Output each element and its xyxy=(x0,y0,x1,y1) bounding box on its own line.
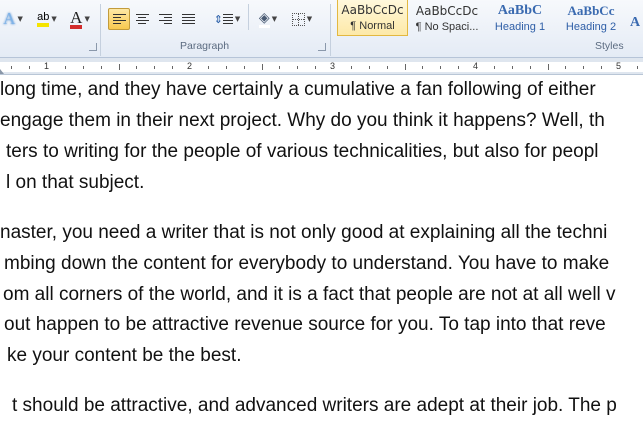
ruler-tick xyxy=(565,66,566,69)
chevron-down-icon: ▼ xyxy=(51,15,57,23)
ruler-tick xyxy=(101,66,102,69)
text-line: out happen to be attractive revenue sour… xyxy=(4,314,606,335)
center-button[interactable] xyxy=(131,8,153,30)
align-center-icon xyxy=(135,13,149,25)
ruler-number: 4 xyxy=(473,61,479,71)
ruler-tick xyxy=(154,66,155,69)
style-name: ¶ No Spaci... xyxy=(415,21,479,33)
ruler-strip xyxy=(0,62,643,72)
ribbon: A ▼ ab ▼ A ▼ ⇕ ▼ ◈ ▼ ▼ Paragraph AaBbCcD… xyxy=(0,0,643,58)
text-line: ters to writing for the people of variou… xyxy=(6,141,599,162)
style-heading-2[interactable]: AaBbCc Heading 2 xyxy=(557,0,625,36)
borders-icon xyxy=(291,12,305,26)
text-line: ke your content be the best. xyxy=(7,345,242,366)
ruler-tick xyxy=(29,66,30,69)
font-color-button[interactable]: A ▼ xyxy=(66,8,94,30)
align-left-icon xyxy=(112,13,126,25)
highlight-icon: ab xyxy=(37,11,50,27)
ruler-tick xyxy=(440,66,441,69)
ruler-number: 5 xyxy=(616,61,622,71)
ruler-tick xyxy=(637,66,638,69)
ruler-tick xyxy=(208,66,209,69)
text-effects-button[interactable]: A ▼ xyxy=(2,8,24,30)
align-right-button[interactable] xyxy=(154,8,176,30)
ruler-tick xyxy=(83,66,84,69)
chevron-down-icon: ▼ xyxy=(271,15,278,23)
align-right-icon xyxy=(158,13,172,25)
text-line: om all corners of the world, and it is a… xyxy=(3,284,616,305)
style-next[interactable]: A xyxy=(627,0,643,36)
ruler-tick xyxy=(583,66,584,69)
ruler-tick xyxy=(136,66,137,69)
borders-button[interactable]: ▼ xyxy=(287,8,317,30)
style-no-spacing[interactable]: AaBbCcDc ¶ No Spaci... xyxy=(411,0,483,36)
style-preview: A xyxy=(629,15,641,30)
ruler-tick xyxy=(119,64,120,70)
ruler-tick xyxy=(369,66,370,69)
ruler-number: 3 xyxy=(330,61,336,71)
text-line: mbing down the content for everybody to … xyxy=(4,253,610,274)
text-line: naster, you need a writer that is not on… xyxy=(0,222,608,243)
ruler-tick xyxy=(387,66,388,69)
font-dialog-launcher[interactable] xyxy=(89,43,97,51)
chevron-down-icon: ▼ xyxy=(234,15,241,23)
style-preview: AaBbC xyxy=(497,3,543,18)
ruler-tick xyxy=(601,66,602,69)
ruler-tick xyxy=(548,64,549,70)
line-spacing-button[interactable]: ⇕ ▼ xyxy=(212,8,242,30)
justify-button[interactable] xyxy=(177,8,199,30)
styles-group-label: Styles xyxy=(595,40,624,52)
chevron-down-icon: ▼ xyxy=(84,15,90,23)
ruler-tick xyxy=(172,66,173,69)
paint-bucket-icon: ◈ xyxy=(258,9,270,28)
ruler-tick xyxy=(530,66,531,69)
style-name: ¶ Normal xyxy=(350,20,395,32)
chevron-down-icon: ▼ xyxy=(306,15,313,23)
line-spacing-icon: ⇕ xyxy=(214,13,233,25)
style-name: Heading 1 xyxy=(494,21,546,33)
ruler-tick xyxy=(244,66,245,69)
horizontal-ruler[interactable]: 1 2 3 4 5 xyxy=(0,58,643,75)
ruler-tick xyxy=(422,66,423,69)
ruler-tick xyxy=(297,66,298,69)
ruler-tick xyxy=(405,64,406,70)
ruler-tick xyxy=(65,66,66,69)
style-normal[interactable]: AaBbCcDc ¶ Normal xyxy=(337,0,408,36)
style-preview: AaBbCc xyxy=(567,3,615,18)
text-effects-icon: A xyxy=(3,9,16,28)
group-separator xyxy=(330,4,331,56)
chevron-down-icon: ▼ xyxy=(17,15,23,23)
text-highlight-button[interactable]: ab ▼ xyxy=(32,8,62,30)
ruler-number: 1 xyxy=(44,61,50,71)
style-name: Heading 2 xyxy=(565,21,617,33)
text-line: l on that subject. xyxy=(6,172,145,193)
text-line: engage them in their next project. Why d… xyxy=(0,110,605,131)
paragraph-dialog-launcher[interactable] xyxy=(318,43,326,51)
group-separator xyxy=(100,4,101,56)
ruler-tick xyxy=(262,64,263,70)
text-line: long time, and they have certainly a cum… xyxy=(0,79,596,100)
ruler-tick xyxy=(279,66,280,69)
shading-button[interactable]: ◈ ▼ xyxy=(253,8,283,30)
document-page[interactable]: long time, and they have certainly a cum… xyxy=(0,76,643,428)
ruler-tick xyxy=(315,66,316,69)
ruler-tick xyxy=(458,66,459,69)
text-line: t should be attractive, and advanced wri… xyxy=(12,395,617,416)
align-left-button[interactable] xyxy=(108,8,130,30)
toolbar-separator xyxy=(248,4,249,30)
paragraph-group-label: Paragraph xyxy=(180,40,230,52)
style-preview: AaBbCcDc xyxy=(341,3,404,17)
ruler-tick xyxy=(494,66,495,69)
style-preview: AaBbCcDc xyxy=(415,4,479,18)
ruler-tick xyxy=(512,66,513,69)
style-heading-1[interactable]: AaBbC Heading 1 xyxy=(485,0,555,36)
ruler-tick xyxy=(11,66,12,69)
ruler-tick xyxy=(351,66,352,69)
ruler-number: 2 xyxy=(187,61,193,71)
justify-icon xyxy=(181,13,195,25)
ruler-tick xyxy=(226,66,227,69)
font-color-icon: A xyxy=(70,7,83,29)
left-indent-marker[interactable] xyxy=(0,69,4,74)
